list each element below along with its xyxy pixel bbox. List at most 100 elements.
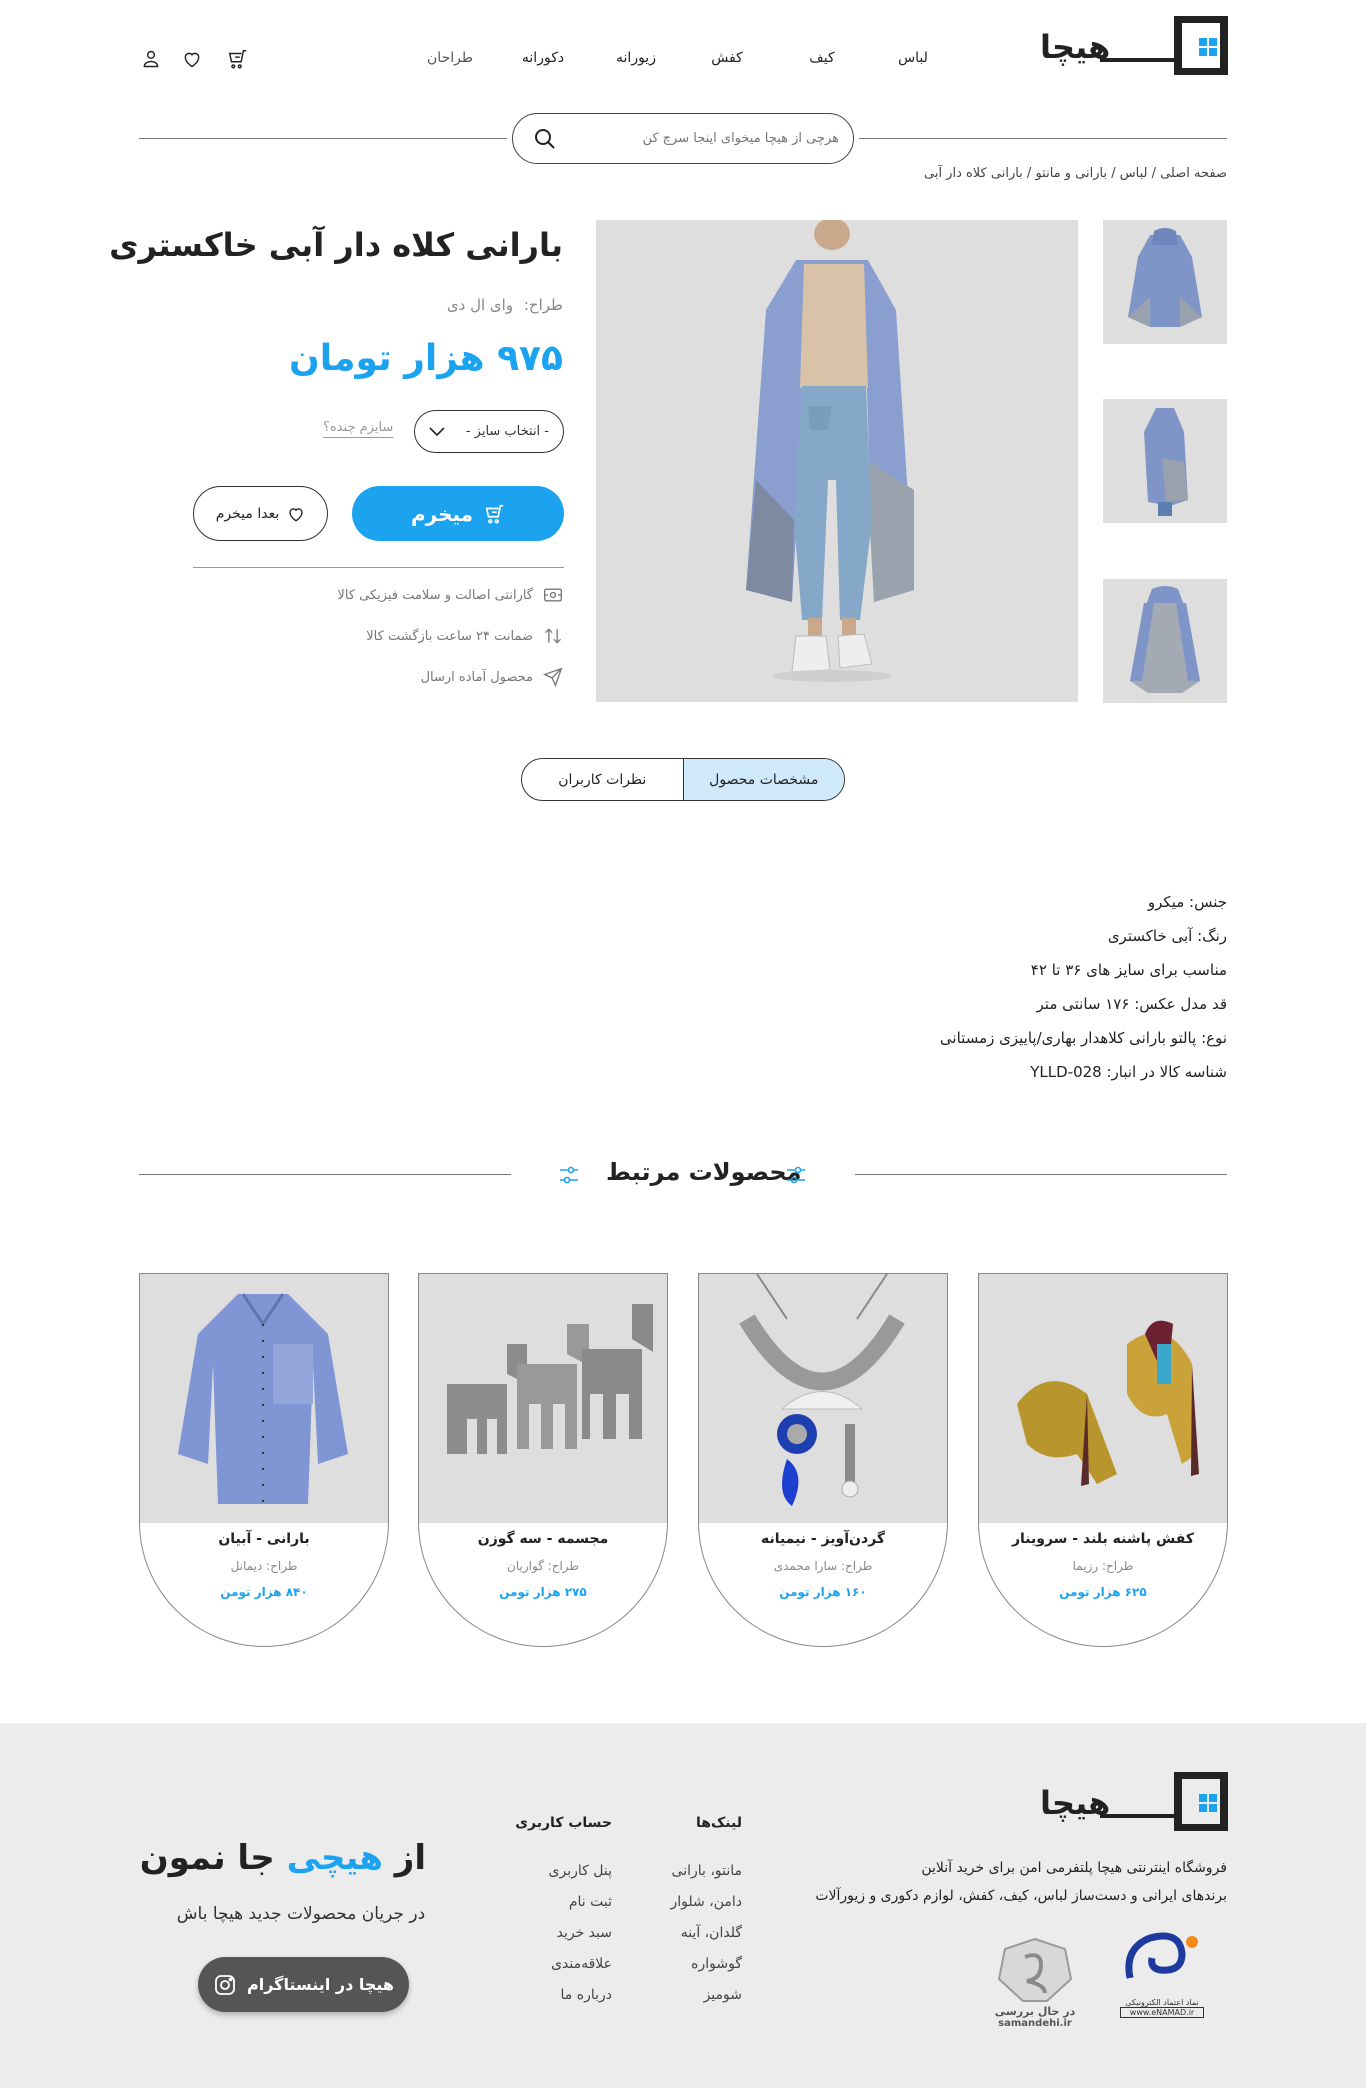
nav-designers[interactable]: طراحان	[427, 50, 473, 66]
footer-account-link[interactable]: علاقه‌مندی	[551, 1956, 612, 1972]
instagram-subtitle: در جریان محصولات جدید هیچا باش	[176, 1904, 426, 1924]
footer-account-link[interactable]: ثبت نام	[569, 1894, 612, 1910]
badge-icon	[543, 585, 563, 605]
related-designer: طراح: رزیما	[1072, 1559, 1134, 1573]
spec-type: نوع: پالتو بارانی کلاهدار بهاری/پاییزی ز…	[939, 1029, 1227, 1047]
related-name[interactable]: مجسمه - سه گوزن	[419, 1531, 667, 1547]
instagram-button[interactable]: هیچا در اینستاگرام	[198, 1957, 409, 2012]
related-name[interactable]: گردن‌آویز - نیمیانه	[699, 1531, 947, 1547]
product-thumb-3[interactable]	[1103, 579, 1227, 703]
heart-icon[interactable]	[182, 49, 202, 69]
nav-jewelry[interactable]: زیورانه	[616, 50, 656, 66]
nav-shoes[interactable]: کفش	[711, 50, 743, 66]
search-bar[interactable]	[512, 113, 854, 164]
related-designer: طراح: گواریان	[507, 1559, 579, 1573]
nav-bags[interactable]: کیف	[809, 50, 834, 66]
instagram-button-label: هیچا در اینستاگرام	[246, 1975, 395, 1994]
search-icon[interactable]	[533, 127, 557, 151]
related-price: ۲۷۵ هزار تومن	[499, 1585, 587, 1599]
designer-name[interactable]: وای ال دی	[447, 296, 513, 314]
product-main-image[interactable]	[596, 220, 1078, 702]
related-card-necklace[interactable]: گردن‌آویز - نیمیانه طراح: سارا محمدی ۱۶۰…	[698, 1273, 948, 1647]
instagram-headline-brand: هیچی	[286, 1838, 383, 1878]
spec-color: رنگ: آبی خاکستری	[1107, 927, 1227, 945]
site-logo[interactable]: هیچا	[1038, 14, 1228, 78]
buy-button-label: میخرم	[410, 501, 474, 526]
related-price: ۶۲۵ هزار تومن	[1059, 1585, 1147, 1599]
size-guide-link[interactable]: سایزم چنده؟	[323, 420, 394, 438]
designer-label: طراح:	[523, 296, 563, 314]
feature-guarantee-text: گارانتی اصالت و سلامت فیزیکی کالا	[337, 587, 533, 603]
enamad-badge[interactable]: نماد اعتماد الکترونیکی www.eNAMAD.ir	[1120, 1928, 1204, 2028]
related-divider-right	[855, 1174, 1227, 1175]
size-select[interactable]: - انتخاب سایز -	[414, 410, 564, 453]
search-divider-left	[139, 138, 507, 139]
user-icon[interactable]	[141, 49, 161, 69]
related-name[interactable]: کفش پاشنه بلند - سروینار	[979, 1531, 1227, 1547]
related-price: ۱۶۰ هزار تومن	[779, 1585, 867, 1599]
search-input[interactable]	[589, 131, 839, 146]
feature-return-text: ضمانت ۲۴ ساعت بازگشت کالا	[366, 628, 533, 644]
spec-model-height: قد مدل عکس: ۱۷۶ سانتی متر	[1036, 995, 1227, 1013]
instagram-headline-rest: جا نمون	[139, 1838, 275, 1878]
buy-later-label: بعدا میخرم	[215, 505, 280, 522]
product-tabs: مشخصات محصول نظرات کاربران	[521, 758, 845, 801]
sliders-icon	[784, 1163, 808, 1187]
product-price: ۹۷۵ هزار تومان	[288, 338, 563, 379]
related-title: محصولات مرتبط	[606, 1158, 802, 1186]
tab-reviews[interactable]: نظرات کاربران	[522, 759, 683, 800]
footer-link[interactable]: شومیز	[704, 1987, 742, 2003]
product-designer: طراح: وای ال دی	[447, 296, 563, 314]
footer-logo-text: هیچا	[1040, 1784, 1111, 1822]
related-price: ۸۴۰ هزار تومن	[220, 1585, 308, 1599]
product-thumb-1[interactable]	[1103, 220, 1227, 344]
info-divider	[193, 567, 564, 568]
spec-sku: شناسه کالا در انبار: YLLD-028	[1030, 1063, 1227, 1081]
footer-description-1: فروشگاه اینترنتی هیچا پلتفرمی امن برای خ…	[921, 1860, 1227, 1876]
related-image-shoes	[979, 1273, 1227, 1523]
footer-description-2: برندهای ایرانی و دست‌ساز لباس، کیف، کفش،…	[815, 1888, 1227, 1904]
footer-link[interactable]: دامن، شلوار	[671, 1894, 743, 1910]
nav-clothes[interactable]: لباس	[898, 50, 928, 66]
footer-link[interactable]: گلدان، آینه	[681, 1925, 742, 1941]
breadcrumb[interactable]: صفحه اصلی / لباس / بارانی و مانتو / بارا…	[924, 166, 1227, 181]
samandehi-url: samandehi.ir	[998, 2018, 1072, 2029]
instagram-headline-from: از	[394, 1838, 426, 1878]
cart-icon	[483, 503, 505, 525]
related-image-sculpture	[419, 1273, 667, 1523]
feature-ready: محصول آماده ارسال	[421, 667, 563, 687]
spec-material: جنس: میکرو	[1147, 893, 1227, 911]
product-thumb-2[interactable]	[1103, 399, 1227, 523]
related-name[interactable]: بارانی - آبیان	[140, 1531, 388, 1547]
tab-specs[interactable]: مشخصات محصول	[682, 759, 844, 800]
related-divider-left	[139, 1174, 511, 1175]
samandehi-status: در حال بررسی	[994, 2005, 1076, 2018]
footer-link[interactable]: مانتو، بارانی	[672, 1863, 742, 1879]
footer-account-link[interactable]: پنل کاربری	[549, 1863, 612, 1879]
related-designer: طراح: دیمانل	[230, 1559, 298, 1573]
sliders-icon	[557, 1163, 581, 1187]
buy-later-button[interactable]: بعدا میخرم	[193, 486, 328, 541]
samandehi-badge[interactable]: در حال بررسی samandehi.ir	[985, 1935, 1085, 2035]
related-card-sculpture[interactable]: مجسمه - سه گوزن طراح: گواریان ۲۷۵ هزار ت…	[418, 1273, 668, 1647]
footer-logo[interactable]: هیچا	[1038, 1770, 1228, 1834]
related-card-shoes[interactable]: کفش پاشنه بلند - سروینار طراح: رزیما ۶۲۵…	[978, 1273, 1228, 1647]
footer-links-title: لینک‌ها	[696, 1815, 742, 1831]
related-card-coat[interactable]: بارانی - آبیان طراح: دیمانل ۸۴۰ هزار توم…	[139, 1273, 389, 1647]
size-select-value: - انتخاب سایز -	[465, 424, 549, 439]
footer-link[interactable]: گوشواره	[691, 1956, 742, 1972]
arrows-icon	[543, 626, 563, 646]
footer-account-link[interactable]: درباره ما	[561, 1987, 612, 2003]
nav-decor[interactable]: دکورانه	[522, 50, 564, 66]
send-icon	[543, 667, 563, 687]
buy-button[interactable]: میخرم	[352, 486, 564, 541]
related-image-necklace	[699, 1273, 947, 1523]
enamad-url: www.eNAMAD.ir	[1120, 2007, 1204, 2018]
enamad-text: نماد اعتماد الکترونیکی	[1125, 1998, 1199, 2007]
related-designer: طراح: سارا محمدی	[773, 1559, 873, 1573]
instagram-icon	[213, 1973, 237, 1997]
cart-icon[interactable]	[226, 48, 248, 70]
spec-sizes: مناسب برای سایز های ۳۶ تا ۴۲	[1030, 961, 1227, 979]
footer-account-link[interactable]: سبد خرید	[557, 1925, 612, 1941]
heart-icon	[287, 505, 305, 523]
